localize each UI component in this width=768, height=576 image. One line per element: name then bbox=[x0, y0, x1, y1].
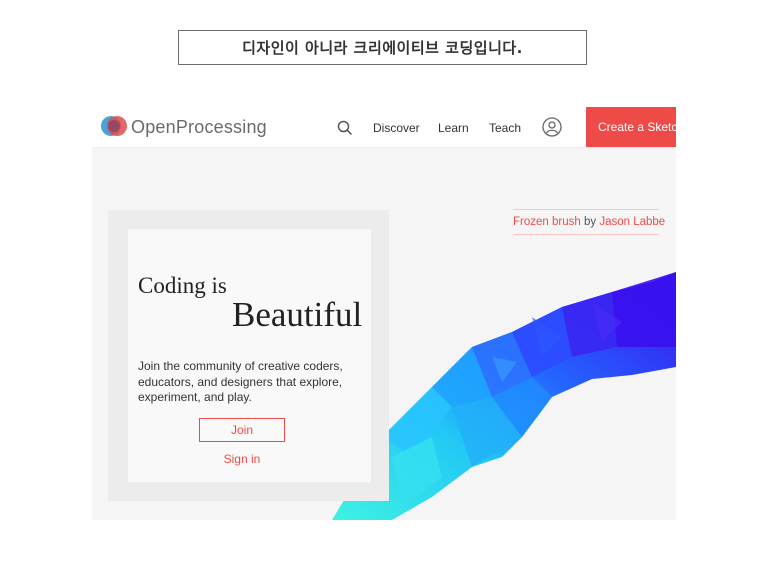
artwork-title-link[interactable]: Frozen brush bbox=[513, 216, 581, 228]
caption-title: 디자인이 아니라 크리에이티브 코딩입니다. bbox=[178, 30, 587, 65]
create-sketch-button[interactable]: Create a Sketch bbox=[586, 107, 676, 147]
openprocessing-logo-icon[interactable] bbox=[100, 115, 128, 137]
artwork-credit: Frozen brush by Jason Labbe bbox=[513, 209, 665, 235]
nav-learn[interactable]: Learn bbox=[438, 121, 469, 135]
top-navigation-bar: OpenProcessing Discover Learn Teach Crea… bbox=[92, 107, 676, 148]
hero-description: Join the community of creative coders, e… bbox=[138, 359, 343, 404]
hero-title-line2: Beautiful bbox=[232, 295, 363, 334]
brand-name[interactable]: OpenProcessing bbox=[131, 117, 267, 138]
nav-discover[interactable]: Discover bbox=[373, 121, 420, 135]
screenshot-frame: OpenProcessing Discover Learn Teach Crea… bbox=[92, 107, 676, 520]
join-button[interactable]: Join bbox=[199, 418, 285, 442]
credit-by-text: by bbox=[583, 216, 597, 228]
artwork-author-link[interactable]: Jason Labbe bbox=[599, 216, 665, 228]
hero-card: Coding is Beautiful Join the community o… bbox=[128, 229, 371, 482]
search-icon[interactable] bbox=[337, 120, 353, 136]
hero-title-line1: Coding is bbox=[138, 273, 227, 298]
user-icon[interactable] bbox=[542, 117, 562, 137]
sign-in-link[interactable]: Sign in bbox=[199, 452, 285, 466]
nav-teach[interactable]: Teach bbox=[489, 121, 521, 135]
